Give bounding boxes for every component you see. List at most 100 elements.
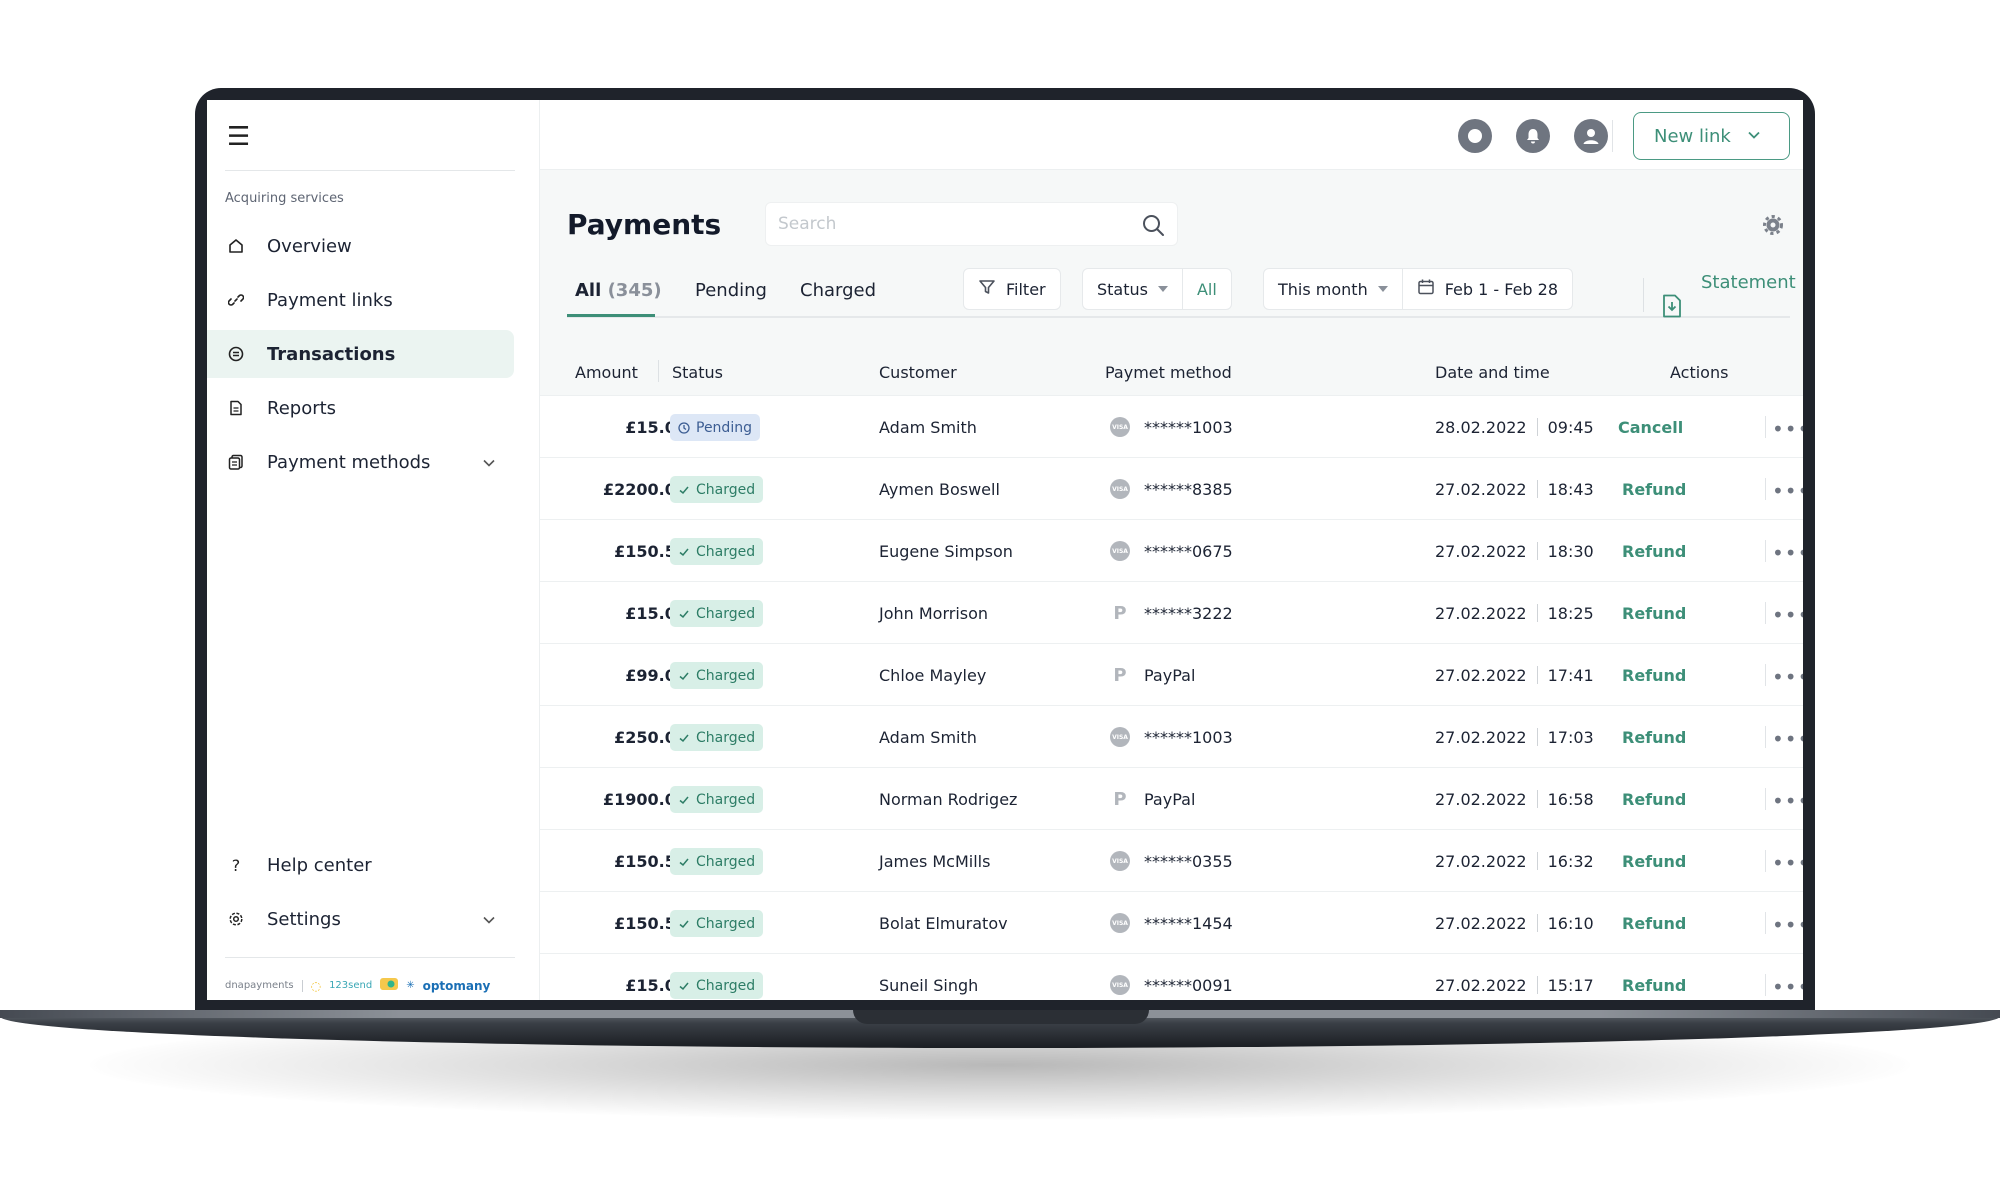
- date-value: 27.02.2022: [1435, 541, 1527, 561]
- column-header-status[interactable]: Status: [672, 363, 723, 382]
- more-options-icon[interactable]: •••: [1772, 913, 1803, 937]
- tab-all[interactable]: All (345): [575, 280, 662, 301]
- more-options-icon[interactable]: •••: [1772, 417, 1803, 441]
- gear-icon[interactable]: [1763, 215, 1783, 239]
- hamburger-menu-icon[interactable]: ☰: [227, 124, 250, 150]
- customer-cell: Norman Rodrigez: [879, 789, 1018, 809]
- action-label: Refund: [1622, 913, 1687, 933]
- send-logo: 123send: [329, 980, 373, 991]
- action-divider: [1765, 850, 1766, 872]
- more-options-icon[interactable]: •••: [1772, 727, 1803, 751]
- payment-method-value: ******8385: [1144, 479, 1233, 499]
- date-value: 27.02.2022: [1435, 975, 1527, 995]
- action-label: Cancell: [1618, 417, 1684, 437]
- status-badge: Charged: [670, 724, 764, 751]
- payment-method-cell: VISA ******8385: [1110, 458, 1233, 520]
- link-icon: [227, 291, 245, 309]
- cancel-button[interactable]: Cancell: [1618, 396, 1683, 458]
- date-range-picker[interactable]: Feb 1 - Feb 28: [1403, 269, 1572, 309]
- refund-button[interactable]: Refund: [1622, 892, 1686, 954]
- more-options-icon[interactable]: •••: [1772, 789, 1803, 813]
- time-value: 09:45: [1547, 417, 1594, 437]
- date-value: 27.02.2022: [1435, 665, 1527, 685]
- status-filter-value[interactable]: All: [1183, 269, 1231, 309]
- action-label: Refund: [1622, 603, 1687, 623]
- card-icon: VISA: [1110, 851, 1130, 871]
- refund-button[interactable]: Refund: [1622, 954, 1686, 1000]
- filter-button[interactable]: Filter: [963, 268, 1061, 310]
- check-icon: [679, 672, 689, 680]
- action-label: Refund: [1622, 479, 1687, 499]
- action-divider: [1765, 664, 1766, 686]
- table-row[interactable]: £15.00 Charged Suneil Singh VISA ******0091 2…: [540, 953, 1803, 1000]
- more-options-icon[interactable]: •••: [1772, 975, 1803, 999]
- refund-button[interactable]: Refund: [1622, 768, 1686, 830]
- date-value: 27.02.2022: [1435, 479, 1527, 499]
- settings-gear-icon: [227, 910, 245, 928]
- tab-pending[interactable]: Pending: [695, 280, 767, 301]
- more-options-icon[interactable]: •••: [1772, 541, 1803, 565]
- chat-icon[interactable]: [1458, 119, 1492, 153]
- refund-button[interactable]: Refund: [1622, 644, 1686, 706]
- sidebar-item-settings[interactable]: Settings: [207, 895, 514, 943]
- table-row[interactable]: £1900.00 Charged Norman Rodrigez P PayPal 27.…: [540, 767, 1803, 829]
- refund-button[interactable]: Refund: [1622, 830, 1686, 892]
- date-time-cell: 27.02.2022 15:17: [1435, 954, 1594, 1000]
- table-row[interactable]: £150.50 Charged Bolat Elmuratov VISA ******1…: [540, 891, 1803, 953]
- table-row[interactable]: £99.00 Charged Chloe Mayley P PayPal 27.02.20…: [540, 643, 1803, 705]
- payment-method-cell: VISA ******0091: [1110, 954, 1233, 1000]
- table-row[interactable]: £150.50 Charged James McMills VISA ******035…: [540, 829, 1803, 891]
- status-badge: Charged: [670, 972, 764, 999]
- refund-button[interactable]: Refund: [1622, 582, 1686, 644]
- sidebar-item-transactions[interactable]: Transactions: [207, 330, 514, 378]
- sidebar-item-payment-links[interactable]: Payment links: [207, 276, 514, 324]
- column-header-customer[interactable]: Customer: [879, 363, 957, 382]
- refund-button[interactable]: Refund: [1622, 458, 1686, 520]
- search-icon[interactable]: [1141, 213, 1165, 241]
- refund-button[interactable]: Refund: [1622, 706, 1686, 768]
- chevron-down-icon[interactable]: [482, 911, 496, 932]
- search-input[interactable]: [766, 203, 1126, 245]
- table-row[interactable]: £15.00 Charged John Morrison P ******3222 27.…: [540, 581, 1803, 643]
- user-avatar-icon[interactable]: [1574, 119, 1608, 153]
- sidebar-item-help-center[interactable]: ? Help center: [207, 841, 514, 889]
- table-row[interactable]: £250.00 Charged Adam Smith VISA ******1003 27…: [540, 705, 1803, 767]
- refund-button[interactable]: Refund: [1622, 520, 1686, 582]
- sidebar-item-label: Payment methods: [267, 451, 431, 473]
- chevron-down-icon[interactable]: [482, 454, 496, 475]
- new-link-button[interactable]: New link: [1633, 112, 1790, 160]
- table-row[interactable]: £15.00 Pending Adam Smith VISA ******1003 28.…: [540, 395, 1803, 457]
- table-row[interactable]: £150.50 Charged Eugene Simpson VISA ******06…: [540, 519, 1803, 581]
- date-value: 27.02.2022: [1435, 851, 1527, 871]
- home-icon: [227, 237, 245, 255]
- action-divider: [1765, 912, 1766, 934]
- sidebar-item-reports[interactable]: Reports: [207, 384, 514, 432]
- action-label: Refund: [1622, 727, 1687, 747]
- date-range-label: Feb 1 - Feb 28: [1444, 279, 1559, 299]
- status-badge: Charged: [670, 538, 764, 565]
- table-row[interactable]: £2200.00 Charged Aymen Boswell VISA ******83…: [540, 457, 1803, 519]
- more-options-icon[interactable]: •••: [1772, 479, 1803, 503]
- payment-method-value: ******0091: [1144, 975, 1233, 995]
- column-header-date-time[interactable]: Date and time: [1435, 363, 1550, 382]
- payment-method-value: ******0675: [1144, 541, 1233, 561]
- sidebar-item-payment-methods[interactable]: Payment methods: [207, 438, 514, 486]
- statement-button[interactable]: Statement: [1661, 270, 1801, 318]
- bell-icon[interactable]: [1516, 119, 1550, 153]
- sidebar-item-overview[interactable]: Overview: [207, 222, 514, 270]
- status-dropdown[interactable]: Status: [1083, 269, 1182, 309]
- tab-charged[interactable]: Charged: [800, 280, 876, 301]
- status-label: Charged: [696, 667, 756, 684]
- column-header-amount[interactable]: Amount: [575, 363, 638, 382]
- sidebar-divider: [225, 957, 515, 958]
- period-dropdown[interactable]: This month: [1264, 269, 1402, 309]
- status-badge: Charged: [670, 476, 764, 503]
- paypal-icon: P: [1113, 602, 1127, 624]
- sidebar-item-label: Help center: [267, 854, 372, 876]
- check-icon: [679, 920, 689, 928]
- more-options-icon[interactable]: •••: [1772, 665, 1803, 689]
- more-options-icon[interactable]: •••: [1772, 851, 1803, 875]
- partner-logos: dnapayments ◌ 123send ✳ optomany: [225, 978, 490, 993]
- more-options-icon[interactable]: •••: [1772, 603, 1803, 627]
- column-header-payment-method[interactable]: Paymet method: [1105, 363, 1232, 382]
